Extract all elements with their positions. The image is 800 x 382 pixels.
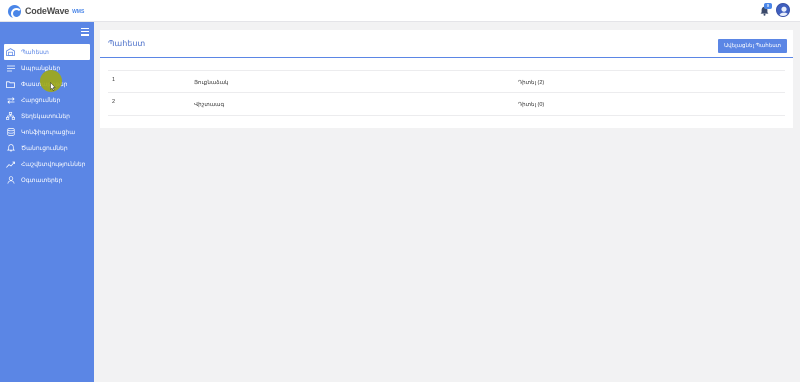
warehouse-name: Յուքնաձակ: [194, 80, 229, 86]
top-bar: CodeWave WMS 9: [0, 0, 800, 22]
codewave-logo-icon: [8, 4, 22, 19]
view-link[interactable]: Դիտել (0): [518, 102, 544, 108]
list-icon: [6, 64, 15, 73]
sidebar-item-configuration[interactable]: Կոնֆիգուրացիա: [4, 124, 90, 140]
warehouse-panel: Պահեստ Ավելացնել Պահեստ 1 Յուքնաձակ Դիտե…: [100, 30, 793, 128]
logo-text: CodeWave: [25, 6, 70, 16]
logo[interactable]: CodeWave WMS: [8, 4, 85, 19]
sidebar-item-users[interactable]: Օգտատերեր: [4, 172, 90, 188]
sidebar-item-label: Ծանուցումներ: [21, 145, 68, 152]
row-number: 2: [112, 99, 116, 105]
sidebar-item-reports[interactable]: Հաշվետվություններ: [4, 156, 90, 172]
sidebar-item-requests[interactable]: Հարցումներ: [4, 92, 90, 108]
sidebar-item-label: Հաշվետվություններ: [21, 161, 86, 168]
sidebar-item-notifications[interactable]: Ծանուցումներ: [4, 140, 90, 156]
menu-toggle-icon[interactable]: [81, 28, 89, 36]
notification-badge: 9: [764, 3, 772, 9]
sidebar-item-warehouse[interactable]: Պահեստ: [4, 44, 90, 60]
database-icon: [6, 128, 15, 137]
warehouse-icon: [6, 48, 15, 57]
bell-icon: [6, 144, 15, 153]
hierarchy-icon: [6, 112, 15, 121]
folder-icon: [6, 80, 15, 89]
warehouse-table: 1 Յուքնաձակ Դիտել (2) 2 Վիշտաագ Դիտել (0…: [108, 70, 785, 116]
panel-header: Պահեստ Ավելացնել Պահեստ: [100, 30, 793, 58]
swap-icon: [6, 96, 15, 105]
chart-icon: [6, 160, 15, 169]
sidebar-item-label: Կոնֆիգուրացիա: [21, 129, 76, 136]
page-title: Պահեստ: [108, 39, 146, 48]
user-icon: [6, 176, 15, 185]
sidebar-nav: Պահեստ Ապրանքներ Փաստաթղթեր Հարցումներ Տ…: [4, 44, 90, 188]
table-row[interactable]: 1 Յուքնաձակ Դիտել (2): [108, 70, 785, 93]
sidebar-item-label: Պահեստ: [21, 49, 49, 56]
sidebar-item-label: Տեղեկատուներ: [21, 113, 70, 120]
sidebar-item-directories[interactable]: Տեղեկատուներ: [4, 108, 90, 124]
user-avatar[interactable]: [776, 3, 790, 17]
sidebar-item-label: Հարցումներ: [21, 97, 61, 104]
warehouse-name: Վիշտաագ: [194, 102, 225, 108]
table-row[interactable]: 2 Վիշտաագ Դիտել (0): [108, 93, 785, 116]
logo-subtext: WMS: [72, 9, 85, 15]
sidebar-item-label: Օգտատերեր: [21, 177, 63, 184]
add-warehouse-button[interactable]: Ավելացնել Պահեստ: [718, 39, 787, 53]
view-link[interactable]: Դիտել (2): [518, 80, 544, 86]
row-number: 1: [112, 77, 116, 83]
mouse-pointer-icon: [50, 81, 56, 91]
